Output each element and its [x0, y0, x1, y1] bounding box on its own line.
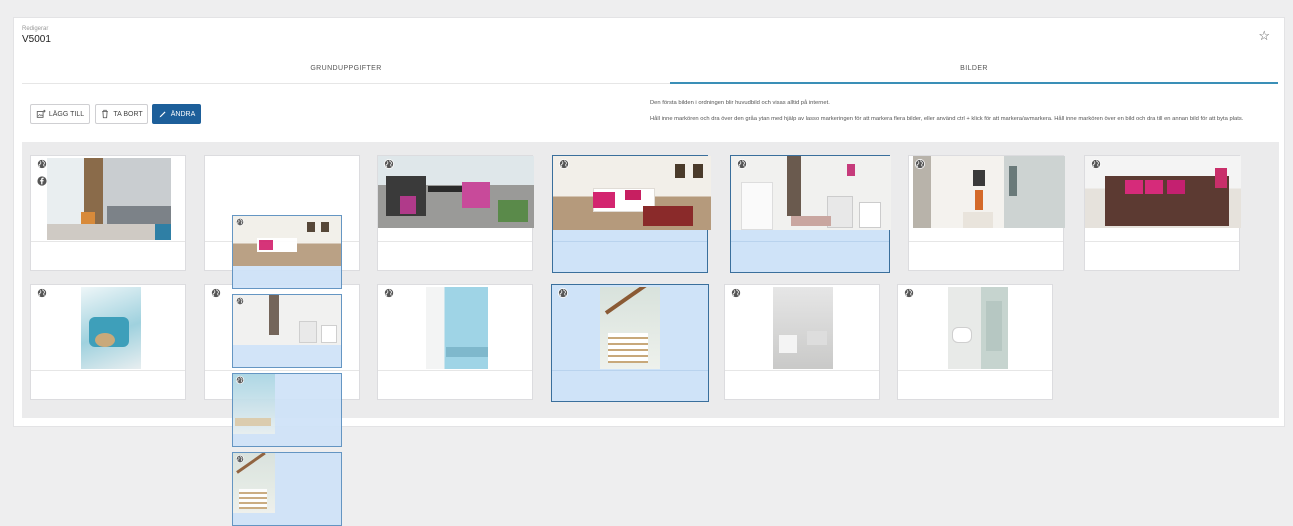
drag-preview-1 [232, 215, 342, 289]
tile-divider [1085, 241, 1239, 242]
help-text-instructions: Håll inne markören och dra över den gråa… [650, 116, 1244, 122]
image-tile-6[interactable] [908, 155, 1065, 271]
tile-divider [205, 370, 359, 371]
globe-icon [384, 159, 394, 169]
pencil-icon [159, 111, 166, 118]
globe-icon [236, 455, 244, 463]
star-icon[interactable]: ☆ [1258, 28, 1270, 44]
image-tile-3[interactable] [377, 155, 534, 271]
image-thumbnail [1085, 156, 1241, 228]
globe-icon [236, 218, 244, 226]
tile-divider [552, 370, 708, 371]
globe-icon [37, 159, 47, 169]
drag-preview-2 [232, 294, 342, 368]
remove-image-button[interactable]: TA BORT [95, 104, 148, 124]
image-thumbnail [913, 156, 1065, 228]
tile-divider [31, 241, 185, 242]
record-id: V5001 [22, 34, 51, 45]
image-tile-13[interactable] [897, 284, 1053, 400]
globe-icon [236, 297, 244, 305]
tile-divider [725, 370, 879, 371]
editing-label: Redigerar [22, 26, 49, 32]
image-thumbnail [233, 295, 341, 345]
editor-card: Redigerar V5001 ☆ GRUNDUPPGIFTER BILDER … [13, 17, 1285, 427]
image-tile-5[interactable] [730, 155, 891, 273]
remove-image-label: TA BORT [113, 110, 143, 118]
tile-divider [898, 370, 1052, 371]
image-tile-11[interactable] [551, 284, 709, 402]
facebook-icon [37, 176, 47, 186]
tile-divider [909, 241, 1063, 242]
image-thumbnail [426, 287, 488, 369]
image-tile-7[interactable] [1084, 155, 1241, 271]
help-text-main-image: Den första bilden i ordningen blir huvud… [650, 100, 830, 106]
add-image-button[interactable]: LÄGG TILL [30, 104, 90, 124]
image-tile-4[interactable] [552, 155, 711, 273]
globe-icon [1091, 159, 1101, 169]
globe-icon [915, 159, 925, 169]
image-tile-1[interactable] [30, 155, 186, 271]
image-tile-10[interactable] [377, 284, 533, 400]
add-image-icon [36, 109, 46, 118]
globe-icon [37, 288, 47, 298]
add-image-label: LÄGG TILL [48, 110, 85, 118]
image-thumbnail [600, 287, 660, 369]
tile-divider [31, 370, 185, 371]
globe-icon [236, 376, 244, 384]
globe-icon [737, 159, 747, 169]
globe-icon [559, 159, 569, 169]
image-thumbnail [553, 156, 711, 230]
drag-preview-3 [232, 373, 342, 447]
tab-bilder[interactable]: BILDER [670, 58, 1278, 84]
edit-image-label: ÄNDRA [170, 110, 196, 118]
trash-icon [102, 109, 109, 119]
image-thumbnail [731, 156, 891, 230]
tab-grunduppgifter[interactable]: GRUNDUPPGIFTER [22, 58, 670, 84]
tile-divider [553, 241, 707, 242]
image-thumbnail [948, 287, 1008, 369]
globe-icon [384, 288, 394, 298]
image-thumbnail [47, 158, 171, 240]
globe-icon [904, 288, 914, 298]
globe-icon [731, 288, 741, 298]
image-grid[interactable] [22, 142, 1279, 418]
image-tile-12[interactable] [724, 284, 880, 400]
tile-divider [731, 241, 889, 242]
image-thumbnail [233, 216, 341, 266]
tile-divider [378, 370, 532, 371]
drag-preview-4 [232, 452, 342, 526]
image-thumbnail [773, 287, 833, 369]
image-thumbnail [81, 287, 141, 369]
globe-icon [558, 288, 568, 298]
edit-image-button[interactable]: ÄNDRA [152, 104, 201, 124]
tile-divider [378, 241, 532, 242]
image-thumbnail [378, 156, 534, 228]
globe-icon [211, 288, 221, 298]
image-tile-8[interactable] [30, 284, 186, 400]
